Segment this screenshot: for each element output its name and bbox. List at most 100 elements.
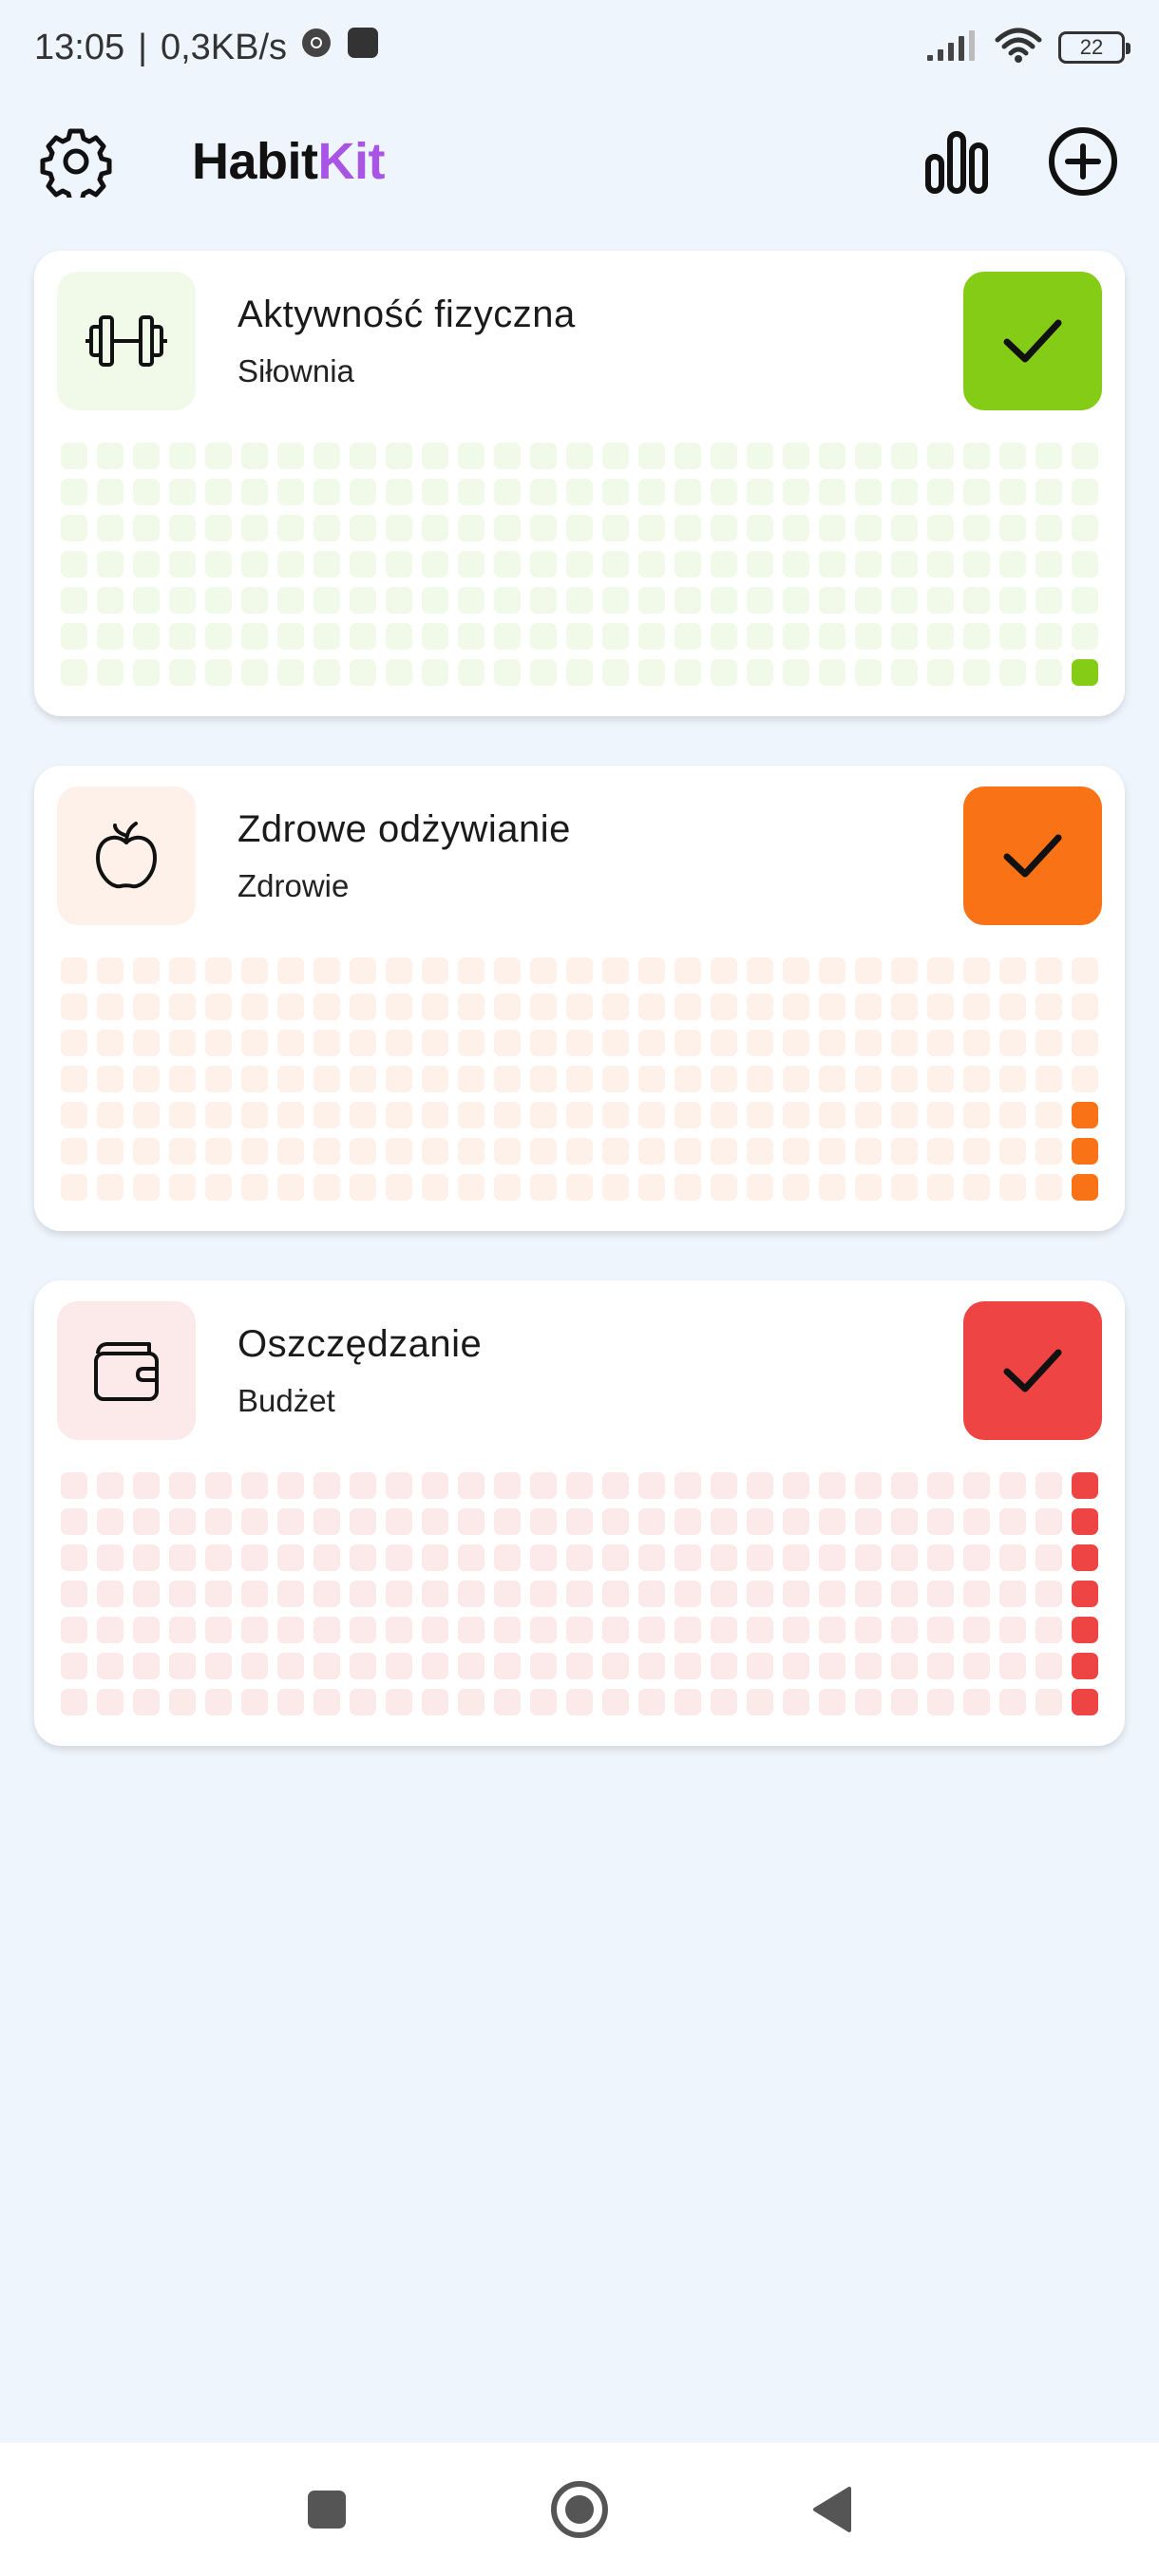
- history-cell: [386, 659, 412, 686]
- history-cell: [927, 994, 954, 1020]
- battery-level: 22: [1079, 35, 1104, 59]
- history-cell: [566, 479, 593, 505]
- history-cell: [61, 1653, 87, 1679]
- history-cell: [855, 1508, 882, 1535]
- history-cell: [891, 1030, 918, 1056]
- history-cell: [963, 1508, 990, 1535]
- history-cell: [783, 515, 809, 541]
- history-cell: [602, 1102, 629, 1128]
- history-cell: [891, 1138, 918, 1165]
- settings-gear-icon[interactable]: [40, 125, 112, 198]
- habit-card[interactable]: Oszczędzanie Budżet: [34, 1280, 1125, 1746]
- back-icon[interactable]: [809, 2485, 855, 2534]
- history-cell: [1036, 1508, 1062, 1535]
- history-cell: [711, 1174, 737, 1201]
- recent-apps-icon[interactable]: [304, 2487, 350, 2532]
- history-cell: [61, 1066, 87, 1092]
- history-cell: [205, 1174, 232, 1201]
- complete-habit-button[interactable]: [963, 272, 1102, 410]
- history-cell: [494, 1689, 521, 1715]
- chrome-icon: [300, 27, 332, 68]
- status-separator: |: [138, 27, 147, 67]
- history-cell: [494, 1030, 521, 1056]
- history-cell: [638, 1581, 665, 1607]
- history-cell: [241, 659, 268, 686]
- history-cell: [747, 551, 773, 578]
- history-cell: [458, 1030, 484, 1056]
- history-cell: [97, 551, 124, 578]
- history-cell: [927, 1689, 954, 1715]
- history-cell: [674, 994, 701, 1020]
- history-cell: [61, 587, 87, 614]
- history-cell: [241, 515, 268, 541]
- history-cell: [819, 1066, 846, 1092]
- history-cell: [638, 1472, 665, 1499]
- history-cell: [999, 1174, 1026, 1201]
- history-cell: [674, 1508, 701, 1535]
- history-cell: [566, 587, 593, 614]
- history-cell: [530, 1581, 557, 1607]
- complete-habit-button[interactable]: [963, 1301, 1102, 1440]
- history-cell: [205, 1544, 232, 1571]
- history-cell: [819, 551, 846, 578]
- history-cell: [494, 1174, 521, 1201]
- history-cell: [133, 1617, 160, 1643]
- history-cell: [1072, 443, 1098, 469]
- history-cell: [711, 551, 737, 578]
- add-circle-icon[interactable]: [1047, 125, 1119, 198]
- history-cell: [386, 1174, 412, 1201]
- history-cell: [1036, 1472, 1062, 1499]
- apple-icon: [57, 786, 196, 925]
- history-cell-completed: [1072, 1174, 1098, 1201]
- history-cell: [350, 1138, 376, 1165]
- habit-card[interactable]: Aktywność fizyczna Siłownia: [34, 251, 1125, 716]
- history-cell: [458, 1689, 484, 1715]
- history-cell: [241, 957, 268, 984]
- history-cell: [458, 1472, 484, 1499]
- history-cell: [855, 623, 882, 650]
- history-cell: [277, 623, 304, 650]
- history-cell: [458, 551, 484, 578]
- history-cell: [819, 659, 846, 686]
- history-cell: [205, 1030, 232, 1056]
- habit-title: Aktywność fizyczna: [238, 293, 576, 335]
- history-cell: [277, 1030, 304, 1056]
- habit-text: Oszczędzanie Budżet: [238, 1323, 482, 1419]
- history-cell: [205, 1138, 232, 1165]
- history-cell: [386, 551, 412, 578]
- history-cell: [97, 479, 124, 505]
- history-cell: [350, 551, 376, 578]
- history-cell: [638, 957, 665, 984]
- history-cell: [241, 994, 268, 1020]
- history-cell: [819, 443, 846, 469]
- history-cell: [783, 623, 809, 650]
- history-cell: [566, 1030, 593, 1056]
- history-cell: [97, 957, 124, 984]
- home-icon[interactable]: [549, 2479, 610, 2540]
- history-cell: [205, 1066, 232, 1092]
- history-cell: [747, 1617, 773, 1643]
- history-cell: [963, 515, 990, 541]
- history-cell: [602, 1138, 629, 1165]
- history-cell: [602, 1653, 629, 1679]
- history-cell: [494, 551, 521, 578]
- history-cell: [314, 1138, 340, 1165]
- history-cell: [747, 479, 773, 505]
- statistics-bar-chart-icon[interactable]: [923, 128, 990, 195]
- history-cell: [494, 957, 521, 984]
- history-cell: [386, 1138, 412, 1165]
- history-cell: [458, 515, 484, 541]
- history-cell: [241, 1472, 268, 1499]
- history-cell: [494, 1544, 521, 1571]
- history-cell: [963, 1653, 990, 1679]
- complete-habit-button[interactable]: [963, 786, 1102, 925]
- history-cell: [602, 1689, 629, 1715]
- network-speed: 0,3KB/s: [160, 27, 288, 67]
- habit-card[interactable]: Zdrowe odżywianie Zdrowie: [34, 766, 1125, 1231]
- habit-category: Budżet: [238, 1382, 335, 1418]
- history-cell: [891, 957, 918, 984]
- history-cell: [855, 1030, 882, 1056]
- history-cell: [638, 1030, 665, 1056]
- history-cell: [133, 587, 160, 614]
- history-cell: [891, 1508, 918, 1535]
